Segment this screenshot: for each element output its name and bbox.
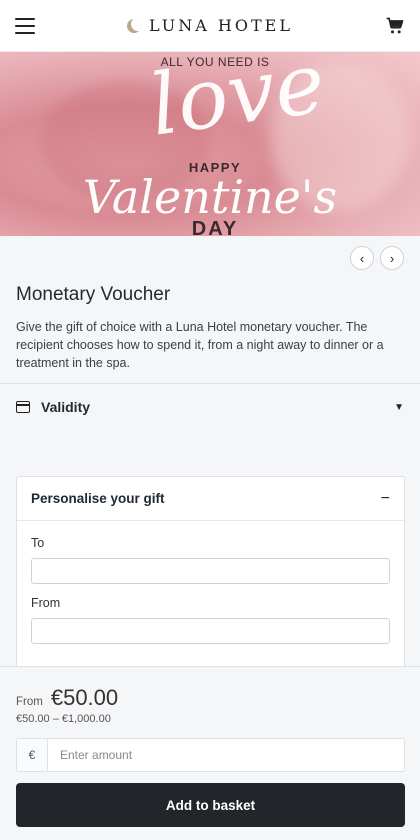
amount-input[interactable] (48, 739, 404, 771)
currency-symbol: € (17, 739, 48, 771)
brand-name: LUNA HOTEL (149, 16, 293, 35)
crescent-moon-icon (127, 18, 142, 33)
caret-down-icon: ▼ (394, 401, 404, 413)
carousel-nav: ‹ › (350, 246, 404, 270)
carousel-prev-button[interactable]: ‹ (350, 246, 374, 270)
amount-field: € (16, 738, 405, 772)
hamburger-icon[interactable] (15, 17, 35, 34)
personalise-gift-header[interactable]: Personalise your gift − (17, 477, 404, 521)
to-label: To (31, 536, 45, 550)
from-label: From (31, 596, 61, 610)
price-value: €50.00 (50, 685, 119, 710)
calendar-icon (16, 401, 30, 413)
hero-image: ALL YOU NEED IS love HAPPY Valentine's D… (0, 52, 420, 236)
to-field[interactable] (31, 558, 390, 584)
add-to-basket-button[interactable]: Add to basket (16, 783, 405, 827)
from-field[interactable] (31, 618, 390, 644)
hero-script-love: love (144, 52, 331, 155)
personalise-gift-title: Personalise your gift (31, 491, 165, 506)
product-title: Monetary Voucher (16, 284, 171, 305)
cart-icon[interactable] (385, 16, 405, 36)
product-description: Give the gift of choice with a Luna Hote… (16, 320, 384, 370)
carousel-next-button[interactable]: › (380, 246, 404, 270)
hero-day: DAY (191, 218, 239, 236)
validity-accordion[interactable]: Validity ▼ (0, 384, 420, 430)
validity-label: Validity (41, 399, 91, 415)
price-range: €50.00 – €1,000.00 (16, 713, 111, 725)
purchase-bar: From €50.00 €50.00 – €1,000.00 € Add to … (0, 666, 420, 840)
collapse-icon: − (380, 489, 390, 507)
personalise-gift-card: Personalise your gift − To From (16, 476, 405, 676)
site-header: LUNA HOTEL (0, 0, 420, 52)
hero-script-valentine: Valentine's (82, 170, 338, 224)
price-display: From €50.00 (16, 685, 118, 711)
from-price-label: From (16, 696, 43, 708)
brand-logo[interactable]: LUNA HOTEL (127, 16, 293, 35)
